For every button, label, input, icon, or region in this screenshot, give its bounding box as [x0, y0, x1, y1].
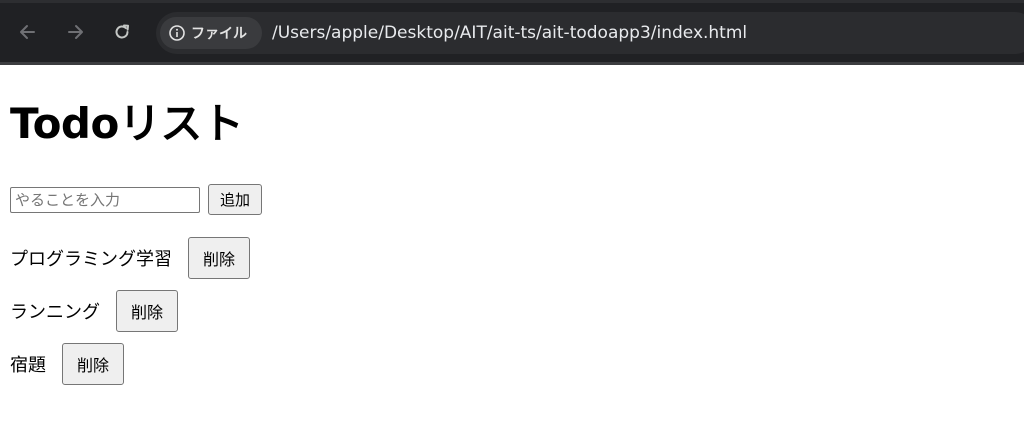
delete-button[interactable]: 削除	[62, 343, 124, 385]
todo-input[interactable]	[10, 187, 200, 213]
forward-button[interactable]	[61, 18, 89, 46]
reload-icon	[115, 24, 129, 39]
back-button[interactable]	[14, 18, 42, 46]
site-info-label: ファイル	[191, 26, 247, 42]
add-button[interactable]: 追加	[208, 184, 262, 215]
delete-button[interactable]: 削除	[188, 237, 250, 279]
info-circle-icon	[169, 25, 185, 41]
todo-text: ランニング	[10, 302, 100, 323]
todo-item: 宿題 削除	[10, 343, 124, 385]
todo-text: プログラミング学習	[10, 249, 172, 270]
todo-item: プログラミング学習 削除	[10, 237, 250, 279]
site-info-chip[interactable]: ファイル	[160, 17, 262, 49]
url-text[interactable]: /Users/apple/Desktop/AIT/ait-ts/ait-todo…	[272, 22, 747, 44]
toolbar-divider	[0, 62, 1024, 65]
arrow-right-icon	[68, 25, 83, 39]
todo-item: ランニング 削除	[10, 290, 178, 332]
todo-text: 宿題	[10, 355, 46, 376]
arrow-left-icon	[20, 25, 35, 39]
page-title: Todoリスト	[10, 99, 244, 148]
delete-button[interactable]: 削除	[116, 290, 178, 332]
reload-button[interactable]	[108, 18, 136, 46]
